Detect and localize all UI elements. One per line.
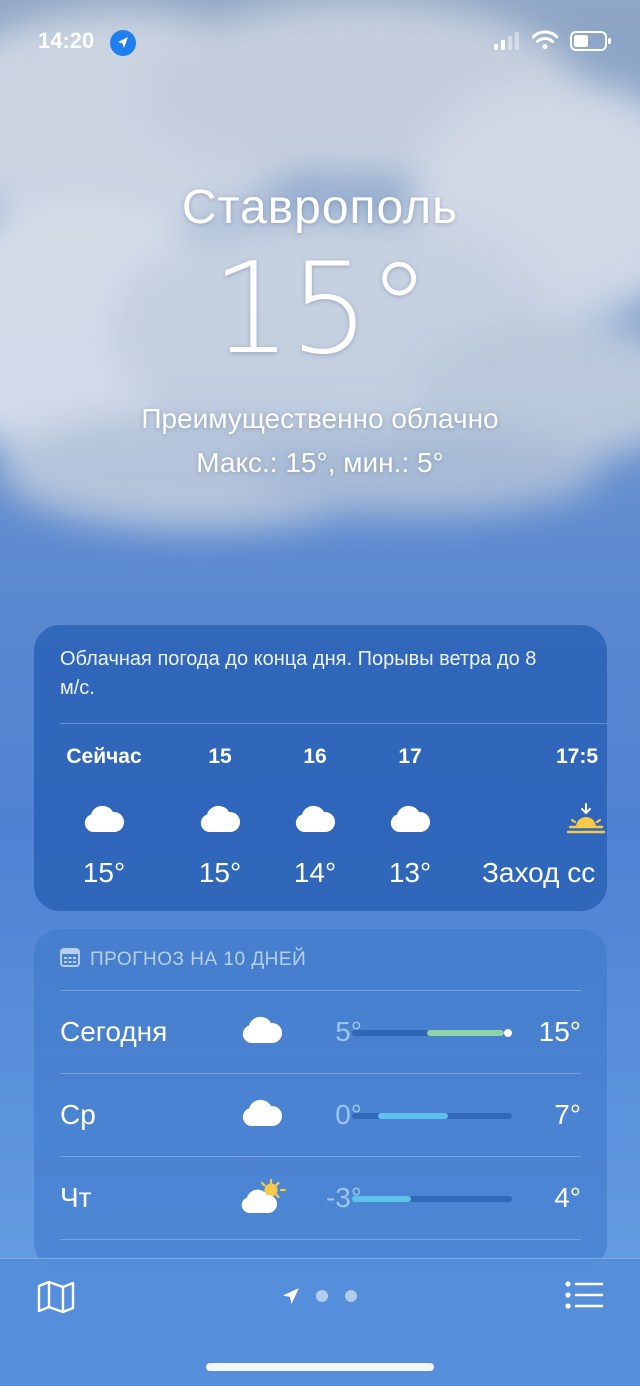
hour-label: 17 [398,745,422,768]
cloud-icon [350,787,470,851]
forecast-day: Чт [60,1182,92,1213]
forecast-day: Ср [60,1099,96,1130]
hour-item[interactable]: 17 13° [350,745,470,889]
cellular-signal-icon [494,32,520,55]
hour-label: 17:5 [556,745,599,768]
temperature-range-fill [427,1030,504,1036]
current-weather-header: Ставрополь 15° Преимущественно облачно М… [0,180,640,479]
hour-item-sunset[interactable]: 17:5 Заход сс [482,745,607,889]
hourly-forecast-card[interactable]: Облачная погода до конца дня. Порывы вет… [34,625,607,911]
card-divider [60,723,607,724]
forecast-row[interactable]: Сегодня 5° 15° [60,991,607,1073]
ten-day-forecast-card[interactable]: ПРОГНОЗ НА 10 ДНЕЙ Сегодня 5° 15° Ср 0° … [34,929,607,1269]
location-services-icon [110,30,136,56]
hourly-summary: Облачная погода до конца дня. Порывы вет… [60,648,537,699]
cloud-icon [240,1011,284,1051]
forecast-title: ПРОГНОЗ НА 10 ДНЕЙ [60,947,306,973]
forecast-title-text: ПРОГНОЗ НА 10 ДНЕЙ [90,949,307,970]
city-list-icon[interactable] [564,1279,604,1311]
map-icon[interactable] [36,1279,76,1315]
hour-temp: 13° [388,857,432,888]
city-name: Ставрополь [181,181,459,234]
current-location-page-icon[interactable] [280,1285,304,1309]
calendar-icon [60,947,80,973]
forecast-high: 7° [554,1099,581,1130]
cloud-icon [44,787,164,851]
forecast-day: Сегодня [60,1016,168,1047]
hour-temp: Заход сс [482,857,596,888]
hour-item[interactable]: Сейчас 15° [44,745,164,889]
forecast-high: 4° [554,1182,581,1213]
weather-condition: Преимущественно облачно [141,403,499,434]
page-dot[interactable] [345,1290,357,1302]
high-low-temperature: Макс.: 15°, мин.: 5° [196,447,444,478]
temperature-range-fill [352,1196,412,1202]
row-divider [60,1239,581,1240]
forecast-row[interactable]: Чт -3° 4° [60,1157,607,1239]
home-indicator [206,1363,434,1371]
forecast-row[interactable]: Ср 0° 7° [60,1074,607,1156]
current-temperature: 15° [211,235,430,382]
temperature-range-bar [352,1029,512,1037]
temperature-range-bar [352,1196,512,1202]
sunset-icon [482,787,607,851]
hour-label: Сейчас [66,745,142,768]
cloud-icon [240,1094,284,1134]
status-bar: 14:20 [0,22,640,62]
page-dot[interactable] [316,1290,328,1302]
wifi-icon [531,30,559,55]
battery-icon [570,30,612,57]
status-time: 14:20 [38,28,95,53]
temperature-range-fill [377,1113,448,1119]
forecast-high: 15° [538,1016,581,1047]
temperature-range-bar [352,1113,512,1119]
hour-temp: 15° [82,857,126,888]
partly-sunny-icon [240,1177,287,1217]
